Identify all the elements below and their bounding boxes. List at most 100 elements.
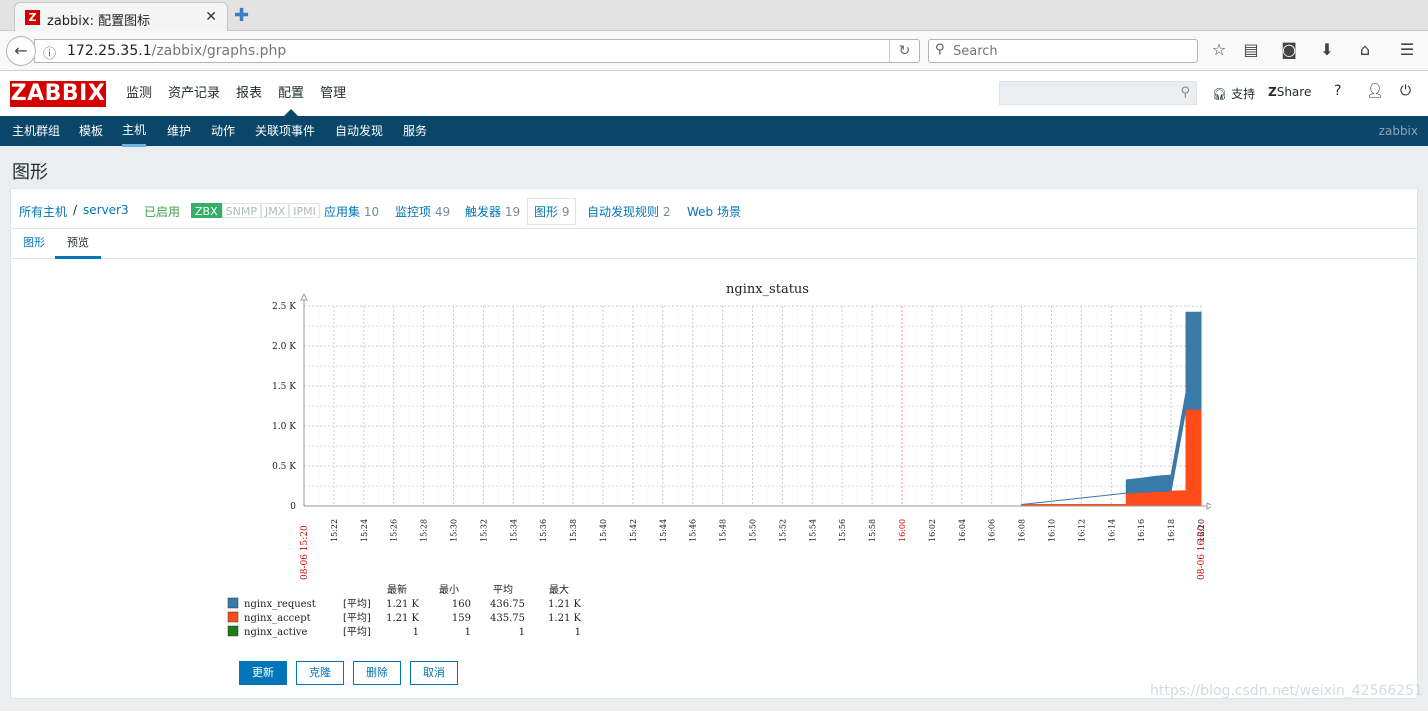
- discovery-label: 自动发现规则: [587, 205, 660, 219]
- x-tick-label: 16:16: [1137, 519, 1146, 542]
- legend-header: 最小: [439, 584, 459, 596]
- submenu-templates[interactable]: 模板: [79, 116, 103, 146]
- legend-series-name: nginx_request: [244, 599, 316, 610]
- back-button[interactable]: ←: [6, 36, 36, 66]
- tab-preview[interactable]: 预览: [55, 229, 101, 259]
- x-tick-label: 16:06: [988, 519, 997, 542]
- download-icon[interactable]: ⬇: [1316, 40, 1338, 59]
- home-icon[interactable]: ⌂: [1354, 40, 1376, 59]
- menu-administration[interactable]: 管理: [312, 71, 354, 116]
- logout-icon[interactable]: ⏻: [1400, 83, 1411, 99]
- tab-graph[interactable]: 图形: [11, 229, 57, 259]
- x-tick-label: 16:10: [1048, 519, 1057, 542]
- submenu-correlation[interactable]: 关联项事件: [255, 116, 315, 146]
- close-tab-icon[interactable]: ✕: [205, 9, 217, 25]
- menu-configuration[interactable]: 配置: [270, 71, 312, 116]
- submenu-services[interactable]: 服务: [403, 116, 427, 146]
- menu-icon[interactable]: ☰: [1396, 40, 1418, 59]
- legend-value-min: 159: [452, 613, 471, 624]
- back-arrow-icon: ←: [14, 41, 28, 60]
- url-text: 172.25.35.1/zabbix/graphs.php: [67, 43, 286, 59]
- legend-value-last: 1.21 K: [386, 613, 419, 624]
- submenu-discovery[interactable]: 自动发现: [335, 116, 383, 146]
- legend-series-name: nginx_active: [244, 627, 308, 638]
- menu-monitoring[interactable]: 监测: [118, 71, 160, 116]
- y-tick-label: 1.5 K: [272, 382, 296, 392]
- share-z-icon: Z: [1268, 85, 1277, 99]
- graphs-link[interactable]: 图形 9: [527, 198, 577, 225]
- x-tick-label: 16:08: [1018, 519, 1027, 542]
- host-link[interactable]: server3: [83, 203, 129, 217]
- y-tick-label: 0: [290, 502, 296, 512]
- zabbix-header: ZABBIX 监测 资产记录 报表 配置 管理 ⚲ 🎧︎ 支持 ZShare ?…: [0, 71, 1428, 116]
- header-search[interactable]: ⚲: [999, 81, 1197, 105]
- user-profile-icon[interactable]: 👤︎: [1366, 83, 1384, 99]
- x-tick-label: 15:58: [868, 519, 877, 542]
- submenu-hosts[interactable]: 主机: [122, 116, 147, 147]
- bookmark-star-icon[interactable]: ☆: [1208, 40, 1230, 59]
- clone-button[interactable]: 克隆: [296, 661, 344, 685]
- legend-value-max: 1: [575, 627, 581, 638]
- submenu-host-groups[interactable]: 主机群组: [12, 116, 60, 146]
- legend-func: [平均]: [343, 598, 371, 610]
- browser-search-input[interactable]: [953, 42, 1193, 60]
- share-label: Share: [1276, 85, 1312, 99]
- search-icon[interactable]: ⚲: [1180, 85, 1190, 100]
- url-path: /zabbix/graphs.php: [151, 43, 287, 59]
- menu-reports[interactable]: 报表: [228, 71, 270, 116]
- chart-title: nginx_status: [726, 282, 809, 297]
- x-tick-label: 15:44: [659, 519, 668, 542]
- submenu-maintenance[interactable]: 维护: [167, 116, 191, 146]
- main-menu: 监测 资产记录 报表 配置 管理: [118, 71, 354, 116]
- url-bar[interactable]: ⓘ 172.25.35.1/zabbix/graphs.php ↻: [34, 39, 920, 63]
- share-link[interactable]: ZShare: [1268, 85, 1311, 99]
- host-status[interactable]: 已启用: [144, 203, 180, 220]
- applications-link[interactable]: 应用集 10: [324, 203, 379, 220]
- ipmi-badge: IPMI: [289, 203, 320, 218]
- all-hosts-link[interactable]: 所有主机: [19, 203, 67, 220]
- watermark: https://blog.csdn.net/weixin_42566251: [1150, 683, 1424, 699]
- reload-icon[interactable]: ↻: [889, 40, 919, 62]
- submenu-actions[interactable]: 动作: [211, 116, 235, 146]
- web-scenarios-link[interactable]: Web 场景: [687, 203, 741, 220]
- server-brand: zabbix: [1378, 124, 1418, 138]
- items-link[interactable]: 监控项 49: [395, 203, 450, 220]
- legend-header: 最大: [549, 583, 569, 596]
- header-search-input[interactable]: [1004, 85, 1164, 101]
- discovery-rules-link[interactable]: 自动发现规则 2: [587, 203, 670, 220]
- x-tick-label: 15:42: [629, 519, 638, 542]
- legend-value-last: 1: [413, 627, 419, 638]
- support-label: 支持: [1231, 87, 1256, 101]
- legend-value-min: 1: [465, 627, 471, 638]
- x-tick-label: 15:40: [599, 519, 608, 542]
- x-tick-label: 16:02: [928, 519, 937, 542]
- zabbix-logo[interactable]: ZABBIX: [10, 81, 106, 107]
- legend-value-max: 1.21 K: [548, 613, 581, 624]
- support-link[interactable]: 🎧︎ 支持: [1212, 85, 1255, 102]
- browser-tab[interactable]: Z zabbix: 配置图标 ✕: [14, 2, 228, 32]
- applications-count: 10: [363, 205, 380, 219]
- x-end-label: 08-06 16:20: [1197, 525, 1207, 580]
- browser-tabbar: Z zabbix: 配置图标 ✕ ✚: [0, 0, 1428, 32]
- help-icon[interactable]: ?: [1334, 83, 1341, 99]
- triggers-link[interactable]: 触发器 19: [465, 203, 520, 220]
- legend-value-avg: 436.75: [490, 599, 525, 610]
- x-tick-label: 15:22: [330, 519, 339, 542]
- reading-list-icon[interactable]: ▤: [1240, 40, 1262, 59]
- browser-search[interactable]: ⚲: [928, 39, 1198, 63]
- menu-inventory[interactable]: 资产记录: [160, 71, 228, 116]
- update-button[interactable]: 更新: [239, 661, 287, 685]
- pocket-icon[interactable]: ◙: [1278, 40, 1300, 59]
- x-tick-label: 16:12: [1077, 519, 1086, 542]
- x-tick-label: 15:28: [420, 519, 429, 542]
- new-tab-icon[interactable]: ✚: [234, 5, 249, 26]
- cancel-button[interactable]: 取消: [410, 661, 458, 685]
- delete-button[interactable]: 删除: [353, 661, 401, 685]
- site-info-icon[interactable]: ⓘ: [43, 43, 56, 62]
- y-tick-label: 2.0 K: [272, 342, 296, 352]
- applications-label: 应用集: [324, 205, 361, 219]
- legend-swatch: [227, 611, 239, 623]
- x-tick-label: 15:50: [749, 519, 758, 542]
- legend-swatch: [227, 597, 239, 609]
- graph-panel: 图形 预览 nginx_status 0 0.5 K 1.0 K 1.5 K 2.0 K 2…: [10, 228, 1418, 699]
